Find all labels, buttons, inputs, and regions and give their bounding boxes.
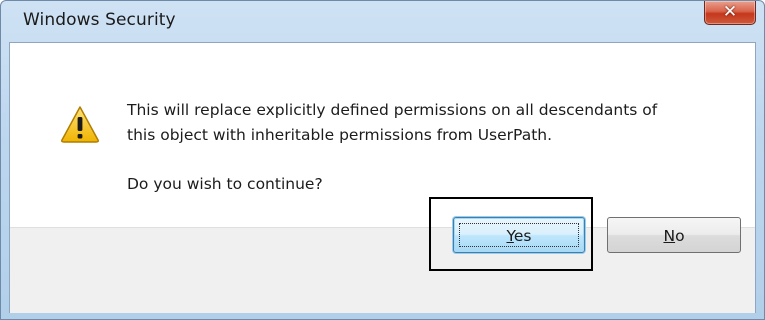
warning-icon xyxy=(61,106,99,143)
message-line-1: This will replace explicitly defined per… xyxy=(127,101,658,119)
close-button[interactable]: ✕ xyxy=(704,1,756,25)
windows-security-dialog: Windows Security ✕ This will replace exp… xyxy=(0,0,765,320)
no-label-rest: o xyxy=(675,227,685,245)
confirmation-question: Do you wish to continue? xyxy=(127,175,323,193)
title-bar[interactable]: Windows Security ✕ xyxy=(1,1,764,41)
no-mnemonic: N xyxy=(663,227,676,245)
close-icon: ✕ xyxy=(722,2,738,22)
dialog-client-area: This will replace explicitly defined per… xyxy=(9,42,756,313)
yes-label-rest: es xyxy=(513,227,532,245)
window-title: Windows Security xyxy=(23,10,176,30)
yes-button-label: Yes xyxy=(506,227,531,245)
no-button-label: No xyxy=(663,227,684,245)
no-button[interactable]: No xyxy=(607,217,741,253)
message-line-2: this object with inheritable permissions… xyxy=(127,126,553,144)
message-area: This will replace explicitly defined per… xyxy=(10,43,755,227)
yes-button[interactable]: Yes xyxy=(453,217,585,253)
yes-mnemonic: Y xyxy=(506,227,514,245)
